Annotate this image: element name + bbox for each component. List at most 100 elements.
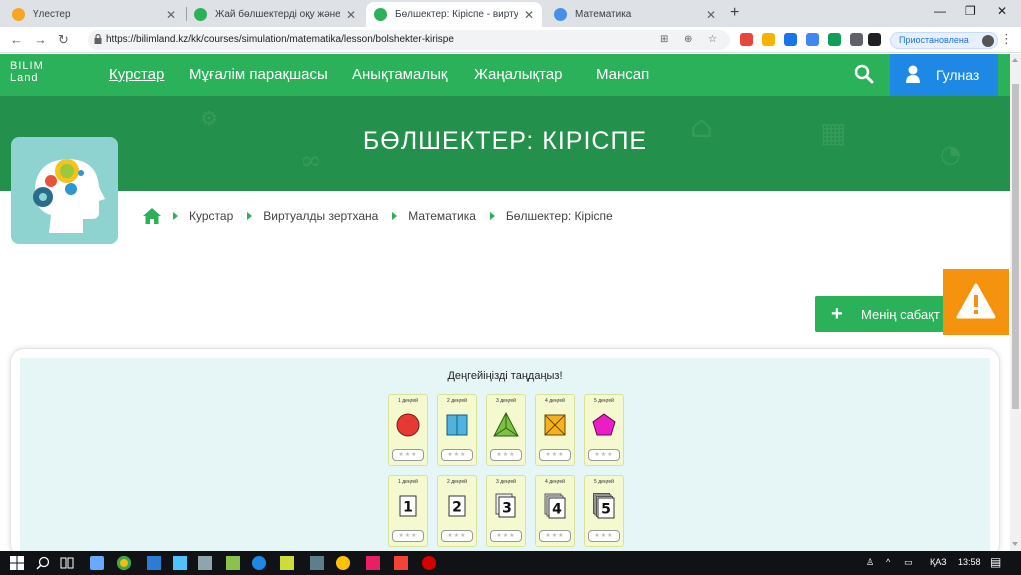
plus-icon: +: [831, 303, 843, 325]
extension-icon[interactable]: [806, 33, 819, 46]
extension-shield-icon[interactable]: [740, 33, 753, 46]
level-label: 2 деңгей: [447, 398, 467, 404]
restore-icon[interactable]: ❐: [965, 4, 976, 18]
edge-icon[interactable]: [252, 556, 266, 570]
level-card-number-2[interactable]: 2 деңгей 2 ★★★: [437, 475, 477, 547]
search-icon[interactable]: [36, 556, 50, 570]
scrollbar-thumb[interactable]: [1012, 84, 1019, 409]
back-icon[interactable]: ←: [10, 32, 23, 47]
number-card-value: 1: [403, 500, 413, 516]
tab-close-icon[interactable]: ✕: [166, 8, 176, 22]
home-icon[interactable]: [143, 208, 161, 224]
tab-title: Үлестер: [33, 9, 71, 20]
stacked-number-card-icon: 5: [593, 493, 615, 519]
new-tab-button[interactable]: +: [730, 4, 739, 22]
tab-close-icon[interactable]: ✕: [346, 8, 356, 22]
notifications-icon[interactable]: ▤: [990, 555, 1001, 569]
translate-icon[interactable]: ⊞: [660, 34, 668, 45]
app-icon[interactable]: [336, 556, 350, 570]
input-language[interactable]: ҚАЗ: [930, 557, 947, 567]
bilimland-favicon-icon: [374, 8, 387, 21]
tab-ulester[interactable]: Үлестер ✕: [4, 2, 184, 27]
level-card-shape-4[interactable]: 4 деңгей ★★★: [535, 394, 575, 466]
tab-title: Жай бөлшектерді оқу және жаз: [215, 9, 340, 20]
breadcrumb-courses[interactable]: Курстар: [189, 209, 233, 223]
course-banner: ⚙ ∞ ⌂ ▦ ◔ БӨЛШЕКТЕР: КІРІСПЕ: [0, 96, 1010, 191]
breadcrumb-mathematics[interactable]: Математика: [408, 209, 476, 223]
tray-chevron-icon[interactable]: ^: [886, 557, 890, 567]
windows-start-icon[interactable]: [10, 556, 24, 570]
level-card-number-3[interactable]: 3 деңгей 3 ★★★: [486, 475, 526, 547]
level-card-shape-2[interactable]: 2 деңгей ★★★: [437, 394, 477, 466]
clock-time[interactable]: 13:58: [958, 557, 981, 567]
breadcrumb-virtual-lab[interactable]: Виртуалды зертхана: [263, 209, 378, 223]
simulation-frame: Деңгейіңізді таңдаңыз! 1 деңгей ★★★ 2 де…: [10, 348, 1000, 558]
app-icon[interactable]: [366, 556, 380, 570]
minimize-icon[interactable]: —: [934, 4, 946, 18]
level-card-shape-1[interactable]: 1 деңгей ★★★: [388, 394, 428, 466]
star-rating: ★★★: [539, 449, 571, 461]
bilimland-logo[interactable]: BILIM Land: [10, 60, 44, 84]
tab-matematika[interactable]: Математика ✕: [546, 2, 724, 27]
nav-career[interactable]: Мансап: [596, 66, 649, 83]
app-icon[interactable]: [90, 556, 104, 570]
window-close-icon[interactable]: ✕: [997, 4, 1007, 18]
nav-news[interactable]: Жаңалықтар: [474, 66, 562, 83]
browser-menu-icon[interactable]: ⋮: [1000, 31, 1013, 47]
zoom-icon[interactable]: ⊕: [684, 34, 692, 45]
magenta-pentagon-icon: [592, 413, 616, 436]
chrome-icon[interactable]: [117, 556, 131, 570]
breadcrumb: Курстар Виртуалды зертхана Математика Бө…: [143, 207, 627, 225]
stacked-number-card-icon: 4: [544, 493, 566, 519]
calculator-icon[interactable]: [310, 556, 324, 570]
level-label: 3 деңгей: [496, 398, 516, 404]
forward-icon[interactable]: →: [34, 32, 47, 47]
bookmark-star-icon[interactable]: ☆: [708, 34, 717, 45]
level-card-number-5[interactable]: 5 деңгей 5 ★★★: [584, 475, 624, 547]
extension-play-icon[interactable]: [784, 33, 797, 46]
task-view-icon[interactable]: [60, 556, 74, 570]
people-icon[interactable]: ♙: [866, 557, 874, 568]
app-icon[interactable]: [173, 556, 187, 570]
app-icon[interactable]: [226, 556, 240, 570]
scroll-down-icon[interactable]: [1012, 542, 1018, 546]
app-icon[interactable]: [198, 556, 212, 570]
blue-square-icon: [446, 414, 468, 436]
keyboard-icon[interactable]: ▭: [904, 557, 913, 568]
report-problem-button[interactable]: [943, 269, 1009, 335]
tab-title: Математика: [575, 9, 632, 20]
bilimland-favicon-icon: [194, 8, 207, 21]
extension-icon[interactable]: [828, 33, 841, 46]
tab-close-icon[interactable]: ✕: [706, 8, 716, 22]
level-card-shape-5[interactable]: 5 деңгей ★★★: [584, 394, 624, 466]
nav-courses[interactable]: Курстар: [109, 66, 164, 83]
level-label: 4 деңгей: [545, 479, 565, 485]
level-card-number-4[interactable]: 4 деңгей 4 ★★★: [535, 475, 575, 547]
scroll-up-icon[interactable]: [1012, 58, 1018, 62]
app-icon[interactable]: [147, 556, 161, 570]
profile-button[interactable]: Приостановлена: [890, 32, 998, 49]
search-icon[interactable]: [854, 64, 874, 84]
address-bar[interactable]: https://bilimland.kz/kk/courses/simulati…: [88, 30, 730, 50]
page-scrollbar[interactable]: [1010, 54, 1021, 551]
breadcrumb-separator-icon: [489, 212, 495, 220]
level-card-number-1[interactable]: 1 деңгей 1 ★★★: [388, 475, 428, 547]
extension-icon[interactable]: [762, 33, 775, 46]
user-name: Гулназ: [936, 67, 980, 83]
url-text: https://bilimland.kz/kk/courses/simulati…: [106, 34, 454, 45]
user-menu-button[interactable]: Гулназ: [890, 54, 998, 96]
app-icon[interactable]: [394, 556, 408, 570]
extension-icon[interactable]: [868, 33, 881, 46]
level-card-shape-3[interactable]: 3 деңгей ★★★: [486, 394, 526, 466]
nav-teacher-page[interactable]: Мұғалім парақшасы: [189, 66, 328, 83]
tab-bolshekter-kirispe[interactable]: Бөлшектер: Кіріспе - виртуалды ✕: [366, 2, 542, 27]
app-icon[interactable]: [280, 556, 294, 570]
extension-icon[interactable]: [850, 33, 863, 46]
tab-close-icon[interactable]: ✕: [524, 8, 534, 22]
my-lessons-button[interactable]: + Менің сабақт: [815, 296, 955, 332]
tab-favicon-icon: [12, 8, 25, 21]
opera-icon[interactable]: [422, 556, 436, 570]
reload-icon[interactable]: ↻: [58, 32, 69, 48]
tab-zhai-bolshekter[interactable]: Жай бөлшектерді оқу және жаз ✕: [186, 2, 364, 27]
nav-reference[interactable]: Анықтамалық: [352, 66, 447, 83]
